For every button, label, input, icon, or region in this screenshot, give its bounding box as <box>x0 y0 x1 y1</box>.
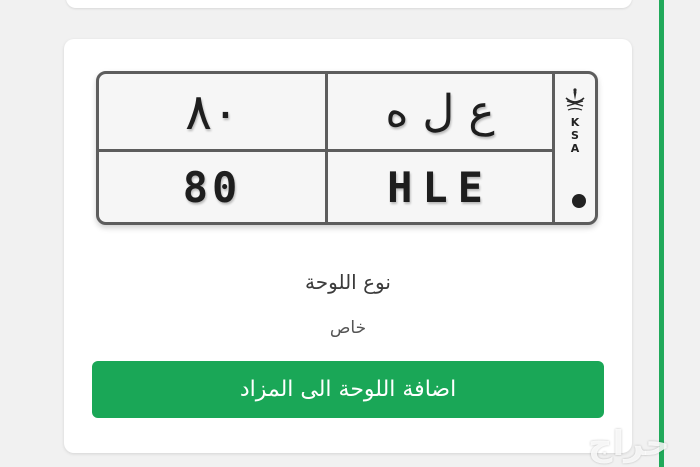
plate-rivet-dot <box>572 194 586 208</box>
saudi-emblem-icon <box>565 88 585 111</box>
country-code-letter: A <box>570 142 580 155</box>
plate-arabic-numbers: ٨٠ <box>185 82 239 141</box>
plate-english-numbers: 80 <box>182 162 242 212</box>
side-accent-stripe <box>659 0 664 467</box>
previous-card <box>66 0 632 8</box>
plate-type-value: خاص <box>329 318 367 338</box>
country-code-letter: K <box>570 116 580 129</box>
plate-arabic-letters: ع ل ه <box>385 86 495 137</box>
plate-english-letters: HLE <box>387 162 493 212</box>
country-code: K S A <box>571 116 580 155</box>
plate-country-strip: K S A <box>555 74 595 222</box>
plate-type-label: نوع اللوحة <box>305 270 391 294</box>
license-plate: ٨٠ ع ل ه 80 HLE K S A <box>96 71 598 225</box>
add-to-auction-button[interactable]: اضافة اللوحة الى المزاد <box>92 361 604 418</box>
haraj-watermark-logo: حراج <box>588 424 670 464</box>
country-code-letter: S <box>571 129 579 142</box>
